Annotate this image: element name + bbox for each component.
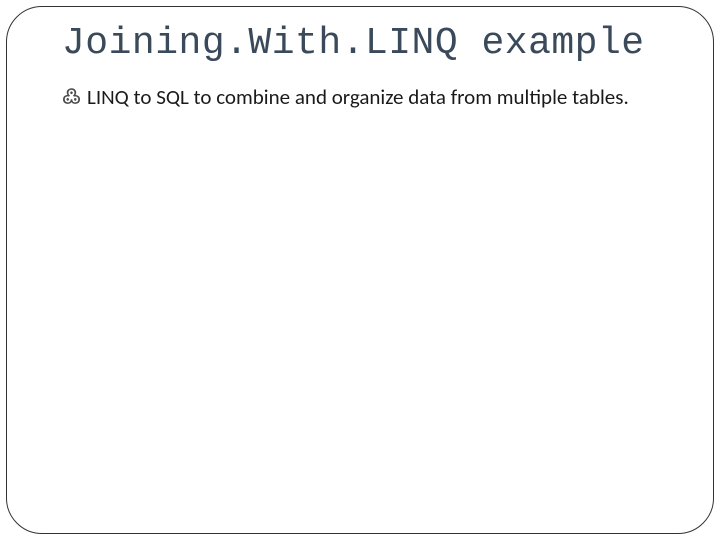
bullet-item: ߷ LINQ to SQL to combine and organize da… — [62, 83, 680, 111]
slide-content: Joining.With.LINQ example ߷ LINQ to SQL … — [62, 22, 680, 111]
bullet-text: LINQ to SQL to combine and organize data… — [87, 83, 629, 111]
slide-title: Joining.With.LINQ example — [62, 22, 680, 65]
bullet-icon: ߷ — [62, 83, 81, 111]
